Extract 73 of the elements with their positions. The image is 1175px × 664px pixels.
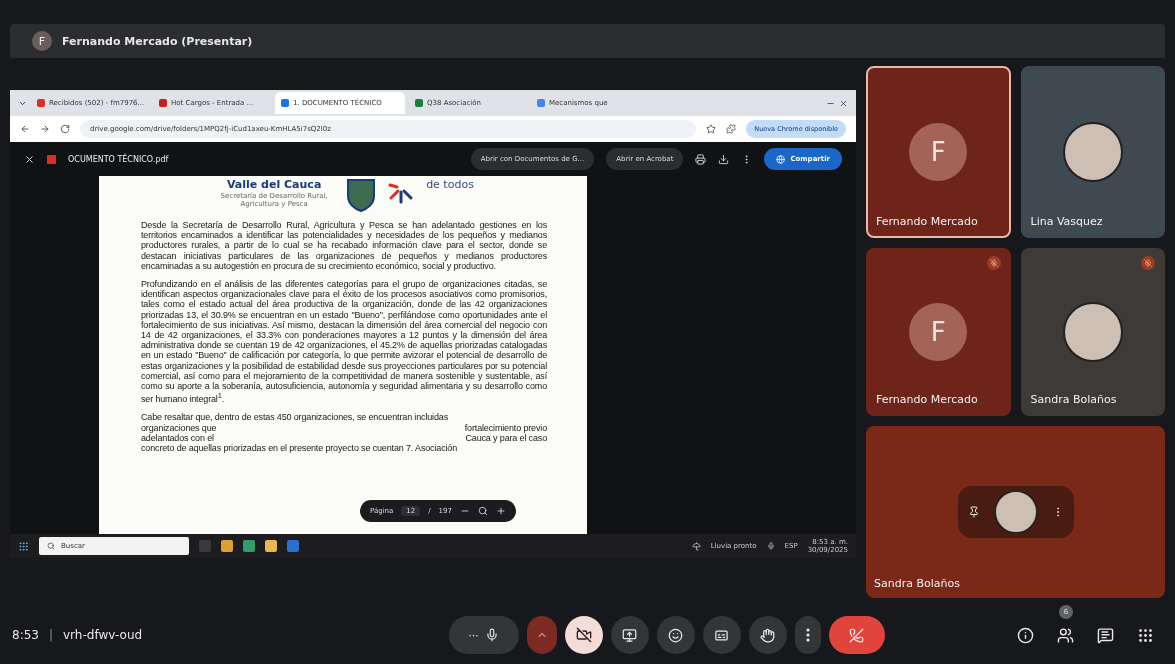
hang-up-button[interactable]	[828, 616, 885, 654]
presenter-title: Fernando Mercado (Presentar)	[62, 34, 253, 48]
close-icon[interactable]	[24, 153, 35, 165]
umbrella-icon	[691, 541, 701, 551]
participant-tile[interactable]: F Fernando Mercado	[866, 248, 1011, 416]
browser-app-icon[interactable]	[221, 540, 233, 552]
logo-title: Valle del Cauca	[225, 178, 323, 192]
document-paragraph: Profundizando en el análisis de las diferentes categorías para el grupo de organizaciones citadas, se identifican aspectos organizacionales clave para el éxito de los procesos asociativos como promisorios, tales como el estado actual del área productiva de la organización, donde de las 42 organizaciones priorizadas 13, el 30.9% se encuentran en un estado "Bueno", perfilándose como oportunidades ante el fortalecimiento de sus iniciativas. Así mismo, destacan la dimensión del área comercial del negocio con 14 de 42 organizaciones, el 33.3% con ponderaciones mayores a 12 puntos y la dimensión del área administrativa donde se cuentan 19 de 42 organizaciones, el 45.2% de aquellas priorizadas catalogadas en un estado "Bueno" de calificación por categoría, lo que permite avizorar el potencial de desarrollo de estas organizaciones y la posibilidad de estabilidad desde sus proyecciones particulares por su potencial comercial, así como para el mejoramiento de la competitividad de manera sostenible y sustentable, así como su aporte a la soberanía, autosuficiencia, autonomía y seguridad alimentaria y su desarrollo como ser humano integral$^{1}$.	[141, 279, 547, 405]
emoji-button[interactable]	[656, 616, 695, 654]
document-text-line: Cauca y para el caso	[465, 432, 547, 444]
star-icon[interactable]	[706, 124, 717, 134]
search-icon	[47, 542, 55, 550]
raise-hand-button[interactable]	[748, 616, 787, 654]
meeting-code: vrh-dfwv-oud	[63, 628, 143, 642]
file-name: OCUMENTO TÉCNICO.pdf	[68, 154, 169, 164]
document-text-line: organizaciones que	[141, 422, 217, 433]
participant-name: Sandra Bolaños	[1030, 393, 1117, 406]
participant-name: Sandra Bolaños	[874, 577, 960, 590]
meeting-time: 8:53	[12, 628, 39, 642]
zoom-in-icon[interactable]	[495, 506, 506, 516]
chat-icon	[1096, 626, 1114, 644]
camera-off-icon	[575, 627, 592, 643]
browser-app-icon[interactable]	[243, 540, 255, 552]
phone-icon	[849, 627, 865, 643]
printer-icon[interactable]	[695, 153, 707, 165]
participant-tile[interactable]: Sandra Bolaños	[1020, 248, 1165, 416]
participant-name: Fernando Mercado	[876, 215, 978, 228]
info-icon	[1016, 626, 1034, 644]
globe-icon	[776, 154, 786, 164]
participant-name: Lina Vasquez	[1030, 215, 1103, 228]
separator-text: |	[48, 628, 53, 642]
document-text-line: Cabe resaltar que, dentro de estas 450 organizaciones, se encuentran incluidas	[141, 412, 448, 423]
microphone-icon	[766, 542, 775, 550]
initial-avatar: F	[909, 123, 968, 181]
captions-icon	[714, 627, 730, 643]
people-icon	[1056, 626, 1074, 644]
participant-tile[interactable]: F Fernando Mercado	[866, 66, 1011, 238]
more-options-button[interactable]	[794, 616, 821, 654]
participant-tile[interactable]: Sandra Bolaños	[866, 426, 1165, 598]
shield-logo-icon	[346, 178, 377, 212]
hand-icon	[760, 627, 776, 643]
logo-tagline: de todos	[426, 178, 474, 192]
grid-icon	[1136, 626, 1154, 644]
document-paragraph: Desde la Secretaría de Desarrollo Rural, Agricultura y Pesca se han adelantado gestiones en los territorios encaminados a identificar las potencialidades y necesidades de los pequeños y medianos productores rurales, a partir de lo cual se ha recabado información clave para el sector, donde se destacan iniciativas particulares de las organizaciones de pequeños y medianos productores encaminadas a su autogestión en procura de su crecimiento económico, social y productivo.	[141, 220, 547, 271]
more-icon	[805, 628, 810, 642]
presenter-avatar: F	[32, 31, 52, 51]
pin-icon[interactable]	[967, 506, 980, 518]
document-text-line: concreto de aquellas priorizadas en el presente proyecto se cuentan 7. Asociación	[141, 443, 458, 454]
search-icon[interactable]	[477, 506, 488, 516]
back-icon[interactable]	[20, 124, 30, 134]
puzzle-icon[interactable]	[726, 124, 737, 134]
present-button[interactable]	[610, 616, 649, 654]
download-icon[interactable]	[718, 153, 730, 165]
microphone-button[interactable]: ···	[448, 616, 519, 654]
document-text-line: fortalecimiento previo	[464, 422, 547, 433]
smiley-icon	[668, 627, 684, 643]
captions-button[interactable]	[702, 616, 741, 654]
folder-app-icon[interactable]	[265, 540, 277, 552]
participant-name: Fernando Mercado	[876, 393, 978, 406]
close-icon[interactable]	[839, 98, 848, 108]
pdf-icon	[47, 154, 56, 164]
microphone-icon	[484, 628, 499, 642]
avatar-circle	[993, 490, 1038, 534]
camera-button[interactable]	[564, 616, 603, 654]
initial-avatar: F	[909, 303, 968, 361]
forward-icon[interactable]	[40, 124, 50, 134]
document-text-line: adelantados con el	[141, 432, 214, 444]
participant-tile[interactable]: Lina Vasquez	[1020, 66, 1165, 238]
screen-share-icon	[622, 627, 638, 643]
more-text: ···	[468, 628, 479, 642]
app-icon[interactable]	[287, 540, 299, 552]
windows-start-icon[interactable]	[18, 540, 29, 552]
reload-icon[interactable]	[60, 124, 70, 134]
